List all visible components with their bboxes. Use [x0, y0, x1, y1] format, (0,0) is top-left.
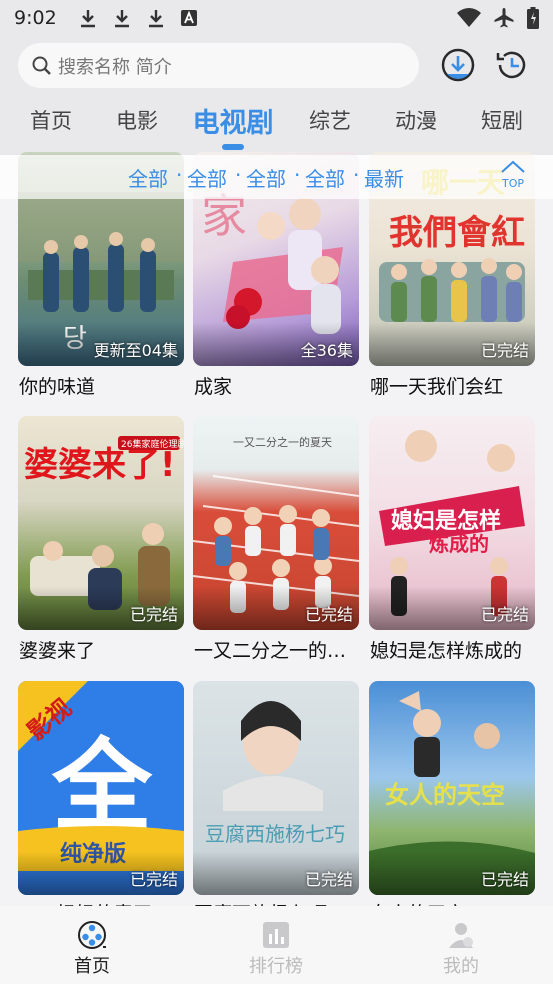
bar-chart-icon	[263, 922, 289, 948]
media-title: 你的味道	[19, 376, 96, 398]
poster-image: 婆婆来了! 26集家庭伦理剧 已完结	[18, 416, 184, 630]
media-card[interactable]: 影视 全 纯净版 已完结 丁丁妈妈的春天	[18, 681, 184, 925]
nav-profile[interactable]: 我的	[421, 920, 501, 978]
media-card[interactable]: 一又二分之一的夏天 已完结 一又二分之一的夏天	[193, 416, 360, 662]
chevron-up-icon	[501, 160, 525, 173]
poster-image: 媳妇是怎样 炼成的 已完结	[369, 416, 535, 630]
poster-image: 豆腐西施杨七巧 已完结	[193, 681, 359, 895]
status-badge: 已完结	[129, 605, 178, 624]
user-icon	[449, 923, 473, 948]
nav-home[interactable]: 首页	[52, 920, 132, 978]
status-badge: 已完结	[129, 870, 178, 889]
film-reel-icon	[78, 921, 106, 949]
nav-ranking-label: 排行榜	[249, 956, 303, 977]
svg-text:炼成的: 炼成的	[429, 532, 489, 556]
filter-separator: ·	[294, 163, 301, 187]
media-card[interactable]: 婆婆来了! 26集家庭伦理剧 已完结 婆婆来了	[18, 416, 184, 662]
media-card[interactable]: 豆腐西施杨七巧 已完结 豆腐西施杨七巧	[193, 681, 359, 925]
status-badge: 已完结	[480, 341, 529, 360]
scroll-top-button[interactable]: TOP	[497, 160, 529, 194]
poster-title-text: 豆腐西施杨七巧	[205, 822, 345, 846]
media-card[interactable]: 女人的天空 已完结 女人的天空	[369, 681, 535, 925]
nav-ranking[interactable]: 排行榜	[236, 920, 316, 978]
top-label: TOP	[501, 177, 524, 190]
bottom-navigation: 首页 排行榜 我的	[0, 906, 553, 984]
status-badge: 已完结	[304, 870, 353, 889]
poster-image: 一又二分之一的夏天 已完结	[193, 416, 359, 630]
filter-genre[interactable]: 全部	[128, 163, 168, 192]
episode-badge: 全36集	[300, 341, 353, 360]
nav-home-label: 首页	[74, 956, 110, 977]
status-badge: 已完结	[480, 870, 529, 889]
poster-title-text: 一又二分之一的夏天	[233, 435, 332, 449]
nav-profile-label: 我的	[443, 956, 479, 977]
poster-image: 女人的天空 已完结	[369, 681, 535, 895]
svg-text:媳妇是怎样: 媳妇是怎样	[391, 508, 501, 534]
poster-title-text: 女人的天空	[385, 781, 505, 809]
filter-separator: ·	[353, 163, 360, 187]
filter-separator: ·	[176, 163, 183, 187]
media-title: 哪一天我们会红	[370, 376, 504, 398]
svg-text:我們會紅: 我們會紅	[389, 213, 525, 253]
media-title: 成家	[194, 376, 233, 398]
filter-region[interactable]: 全部	[187, 163, 227, 192]
filter-separator: ·	[235, 163, 242, 187]
status-badge: 已完结	[304, 605, 353, 624]
content-grid: 당 更新至04集 你的味道 家 全36集 成家	[0, 0, 553, 984]
media-title: 媳妇是怎样炼成的	[370, 640, 523, 662]
media-card[interactable]: 媳妇是怎样 炼成的 已完结 媳妇是怎样炼成的	[369, 416, 535, 662]
filter-bar: 全部 · 全部 · 全部 · 全部 · 最新	[0, 155, 553, 199]
episode-badge: 更新至04集	[93, 341, 178, 360]
poster-image: 影视 全 纯净版 已完结	[18, 681, 184, 895]
filter-year[interactable]: 全部	[246, 163, 286, 192]
media-title: 婆婆来了	[19, 640, 96, 662]
svg-text:26集家庭伦理剧: 26集家庭伦理剧	[121, 438, 184, 450]
status-badge: 已完结	[480, 605, 529, 624]
poster-title-text: 婆婆来了!	[24, 445, 176, 485]
filter-language[interactable]: 全部	[305, 163, 345, 192]
filter-sort[interactable]: 最新	[364, 163, 404, 192]
media-title: 一又二分之一的夏天	[194, 640, 360, 662]
